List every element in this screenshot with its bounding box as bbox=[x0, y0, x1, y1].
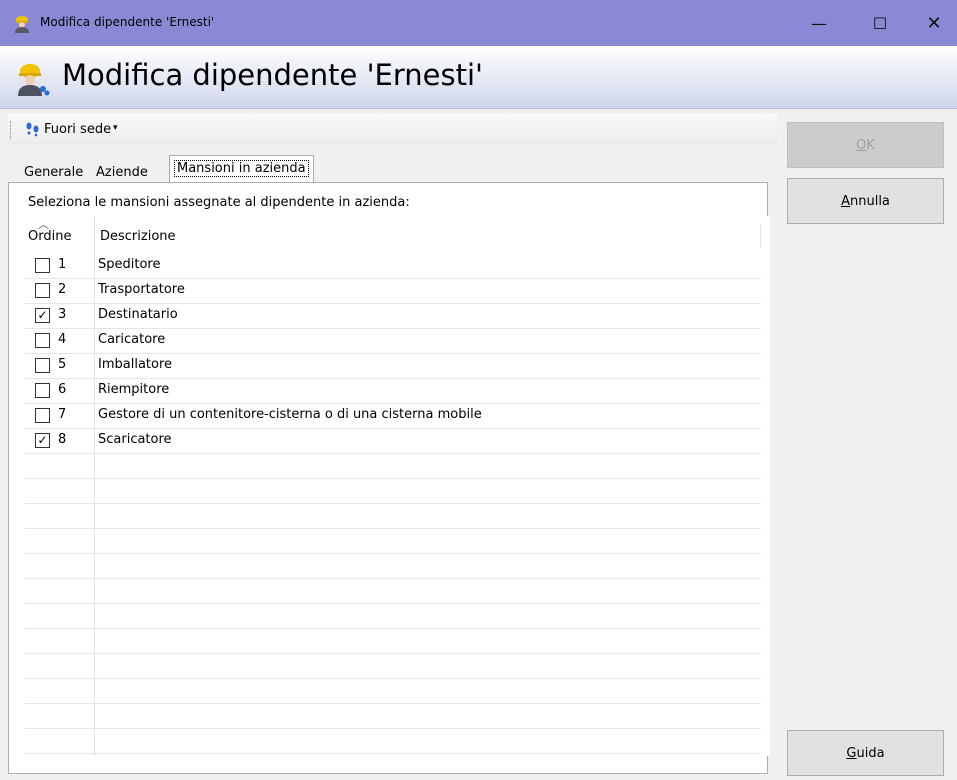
empty-row bbox=[25, 603, 761, 629]
list-item[interactable]: 2 Trasportatore bbox=[25, 278, 761, 304]
empty-row bbox=[25, 678, 761, 704]
row-descrizione: Speditore bbox=[98, 257, 161, 272]
empty-row bbox=[25, 628, 761, 654]
toolbar: Fuori sede ▾ bbox=[8, 114, 777, 144]
row-descrizione: Caricatore bbox=[98, 332, 166, 347]
checkbox[interactable] bbox=[35, 258, 50, 273]
row-ordine: 4 bbox=[58, 332, 67, 347]
dialog-header: Modifica dipendente 'Ernesti' bbox=[0, 46, 957, 109]
column-header-ordine-label: Ordine bbox=[28, 229, 72, 244]
mansioni-panel: Seleziona le mansioni assegnate al dipen… bbox=[8, 182, 770, 774]
checkbox[interactable] bbox=[35, 383, 50, 398]
checkbox[interactable] bbox=[35, 333, 50, 348]
row-ordine: 7 bbox=[58, 407, 67, 422]
cancel-button[interactable]: Annulla bbox=[787, 178, 944, 224]
list-item[interactable]: 6 Riempitore bbox=[25, 378, 761, 404]
checkbox[interactable] bbox=[35, 358, 50, 373]
toolbar-grip bbox=[10, 121, 14, 139]
ok-button[interactable]: OK bbox=[787, 122, 944, 168]
empty-row bbox=[25, 553, 761, 579]
tab-mansioni[interactable]: Mansioni in azienda bbox=[169, 155, 314, 184]
row-ordine: 1 bbox=[58, 257, 67, 272]
tab-mansioni-label: Mansioni in azienda bbox=[174, 160, 309, 177]
minimize-button[interactable]: — bbox=[793, 0, 845, 46]
annulla-mnemonic: A bbox=[841, 193, 850, 209]
row-descrizione: Scaricatore bbox=[98, 432, 172, 447]
help-button[interactable]: Guida bbox=[787, 730, 944, 776]
guida-mnemonic: G bbox=[846, 745, 857, 761]
list-item[interactable]: ✓ 8 Scaricatore bbox=[25, 428, 761, 454]
column-header-descrizione-label: Descrizione bbox=[100, 229, 176, 244]
empty-row bbox=[25, 453, 761, 479]
row-ordine: 3 bbox=[58, 307, 67, 322]
checkbox[interactable] bbox=[35, 283, 50, 298]
page-title: Modifica dipendente 'Ernesti' bbox=[62, 58, 484, 92]
ok-rest: K bbox=[866, 137, 875, 153]
row-ordine: 8 bbox=[58, 432, 67, 447]
close-button[interactable]: ✕ bbox=[908, 0, 957, 46]
row-ordine: 6 bbox=[58, 382, 67, 397]
list-item[interactable]: 1 Speditore bbox=[25, 253, 761, 279]
row-descrizione: Imballatore bbox=[98, 357, 173, 372]
empty-row bbox=[25, 478, 761, 504]
list-item[interactable]: 5 Imballatore bbox=[25, 353, 761, 379]
mansioni-list[interactable]: ︿ Ordine Descrizione 1 Speditore 2 Trasport… bbox=[25, 216, 770, 756]
empty-row bbox=[25, 503, 761, 529]
row-ordine: 5 bbox=[58, 357, 67, 372]
checkbox[interactable]: ✓ bbox=[35, 308, 50, 323]
empty-row bbox=[25, 728, 761, 754]
column-separator bbox=[760, 224, 761, 248]
checkbox[interactable]: ✓ bbox=[35, 433, 50, 448]
chevron-down-icon[interactable]: ▾ bbox=[113, 123, 118, 133]
checkbox[interactable] bbox=[35, 408, 50, 423]
instruction-text: Seleziona le mansioni assegnate al dipen… bbox=[28, 195, 410, 210]
list-item[interactable]: ✓ 3 Destinatario bbox=[25, 303, 761, 329]
worker-icon bbox=[18, 64, 50, 96]
annulla-rest: nnulla bbox=[849, 193, 890, 209]
column-header-descrizione[interactable]: Descrizione bbox=[95, 216, 765, 252]
row-descrizione: Riempitore bbox=[98, 382, 170, 397]
row-descrizione: Trasportatore bbox=[98, 282, 185, 297]
title-bar: Modifica dipendente 'Ernesti' — ☐ ✕ bbox=[0, 0, 957, 46]
row-descrizione: Gestore di un contenitore-cisterna o di … bbox=[98, 407, 482, 422]
empty-row bbox=[25, 653, 761, 679]
ok-mnemonic: O bbox=[856, 137, 867, 153]
column-header-ordine[interactable]: ︿ Ordine bbox=[25, 216, 94, 252]
fuori-sede-dropdown[interactable]: Fuori sede bbox=[44, 122, 111, 137]
window-title: Modifica dipendente 'Ernesti' bbox=[40, 15, 215, 29]
list-item[interactable]: 7 Gestore di un contenitore-cisterna o di… bbox=[25, 403, 761, 429]
maximize-button[interactable]: ☐ bbox=[854, 0, 906, 46]
worker-icon bbox=[15, 16, 29, 33]
list-item[interactable]: 4 Caricatore bbox=[25, 328, 761, 354]
guida-rest: uida bbox=[856, 745, 885, 761]
empty-row bbox=[25, 528, 761, 554]
row-ordine: 2 bbox=[58, 282, 67, 297]
empty-row bbox=[25, 578, 761, 604]
row-descrizione: Destinatario bbox=[98, 307, 178, 322]
footsteps-icon bbox=[26, 122, 39, 137]
empty-row bbox=[25, 703, 761, 729]
